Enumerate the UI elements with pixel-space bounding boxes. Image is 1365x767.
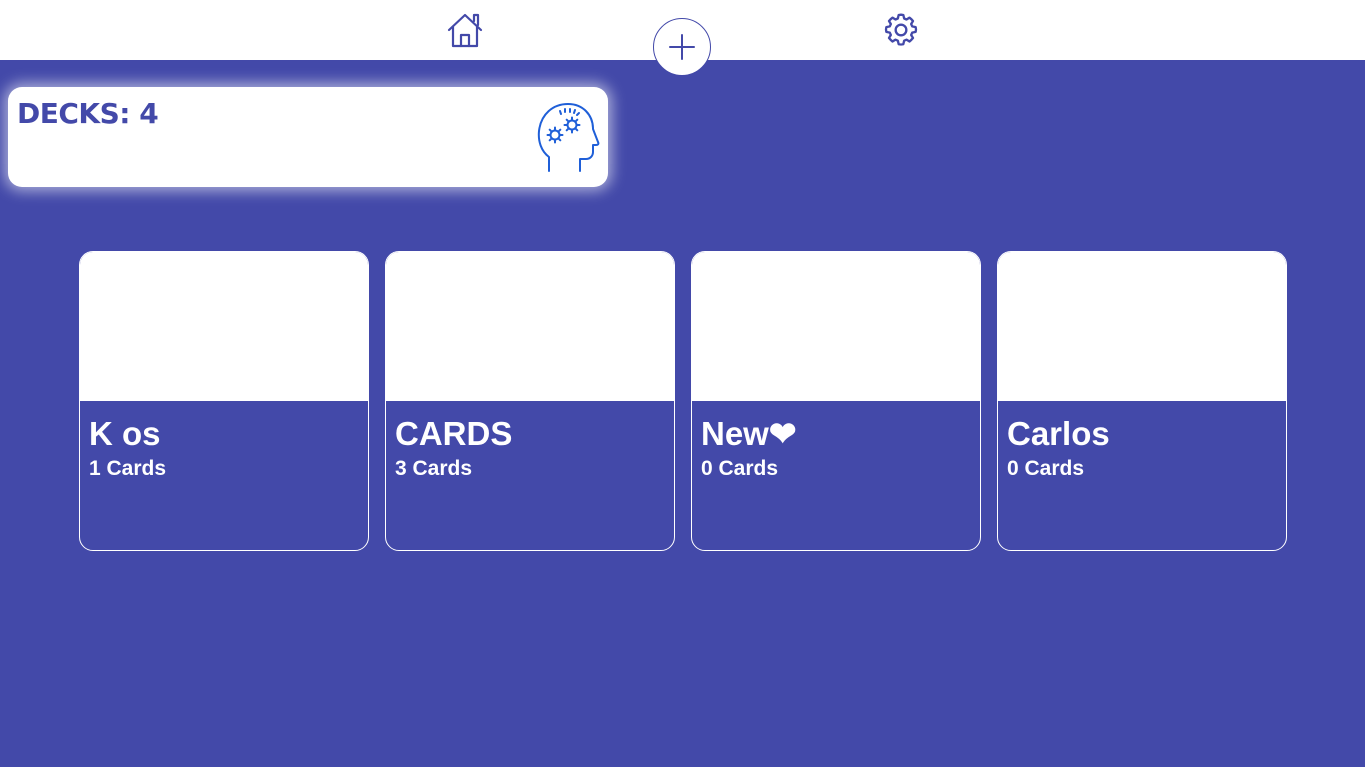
deck-name: CARDS	[395, 415, 513, 452]
deck-name: Carlos	[1007, 415, 1110, 452]
deck-card-k-os[interactable]: K os 1 Cards	[79, 251, 369, 551]
deck-card-count: 0 Cards	[1007, 457, 1085, 480]
deck-cover-image	[998, 252, 1286, 401]
home-button[interactable]	[443, 8, 487, 52]
plus-icon	[669, 34, 695, 60]
decks-count: 4	[139, 97, 159, 130]
decks-count-heading: DECKS: 4	[17, 97, 159, 130]
deck-card-count: 3 Cards	[395, 457, 473, 480]
deck-cover-image	[692, 252, 980, 401]
deck-card-new[interactable]: New❤ 0 Cards	[691, 251, 981, 551]
home-icon	[447, 13, 483, 48]
deck-card-count: 1 Cards	[89, 457, 167, 480]
decks-label: DECKS:	[17, 97, 130, 130]
add-deck-button[interactable]	[653, 18, 711, 76]
deck-name: K os	[89, 415, 161, 452]
deck-card-cards[interactable]: CARDS 3 Cards	[385, 251, 675, 551]
brain-gears-icon	[537, 103, 600, 172]
settings-button[interactable]	[879, 8, 923, 52]
deck-card-count: 0 Cards	[701, 457, 779, 480]
deck-card-carlos[interactable]: Carlos 0 Cards	[997, 251, 1287, 551]
gear-icon	[884, 13, 918, 46]
deck-cover-image	[386, 252, 674, 401]
decks-summary-card: DECKS: 4	[8, 87, 608, 187]
deck-name: New❤	[701, 415, 797, 452]
deck-cover-image	[80, 252, 368, 401]
